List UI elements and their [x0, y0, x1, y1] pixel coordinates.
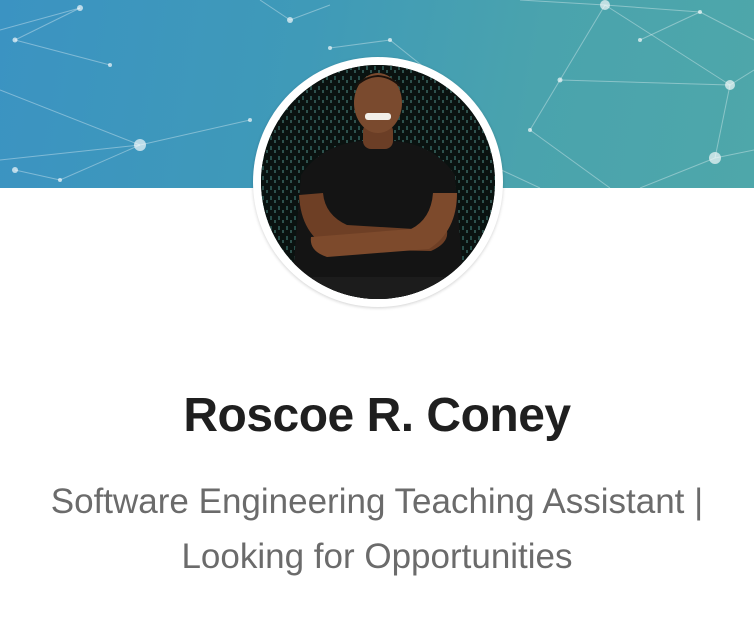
profile-headline: Software Engineering Teaching Assistant …	[50, 482, 704, 576]
profile-photo-icon	[261, 65, 495, 299]
profile-name: Roscoe R. Coney	[183, 389, 571, 442]
avatar-frame[interactable]	[253, 57, 503, 307]
avatar[interactable]	[261, 65, 495, 299]
